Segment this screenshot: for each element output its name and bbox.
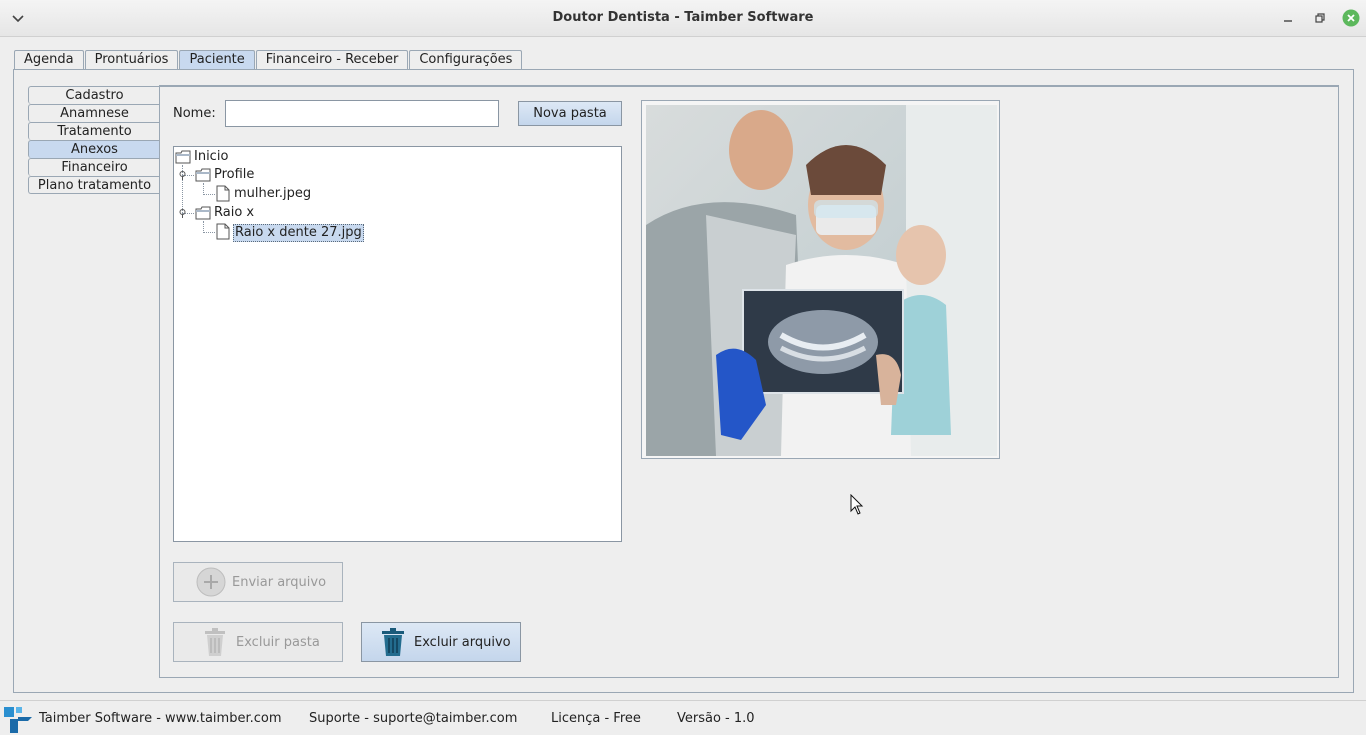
expand-handle-icon[interactable] <box>178 209 187 218</box>
side-tab-anamnese[interactable]: Anamnese <box>28 104 160 122</box>
trash-icon <box>205 628 225 656</box>
add-circle-icon <box>196 567 226 597</box>
side-tab-tratamento[interactable]: Tratamento <box>28 122 160 140</box>
main-tabs: Agenda Prontuários Paciente Financeiro -… <box>14 50 523 70</box>
tree-connector <box>203 232 215 233</box>
status-license: Licença - Free <box>551 711 641 726</box>
tab-paciente[interactable]: Paciente <box>179 50 255 70</box>
tree-node-file-mulher[interactable]: mulher.jpeg <box>215 185 415 203</box>
status-version: Versão - 1.0 <box>677 711 755 726</box>
title-bar: Doutor Dentista - Taimber Software <box>0 0 1366 37</box>
folder-icon <box>195 206 211 220</box>
new-folder-button[interactable]: Nova pasta <box>518 101 622 126</box>
side-tab-plano-tratamento[interactable]: Plano tratamento <box>28 176 160 194</box>
status-support: Suporte - suporte@taimber.com <box>309 711 518 726</box>
patient-side-tabs: Cadastro Anamnese Tratamento Anexos Fina… <box>28 86 160 194</box>
tree-node-folder-profile[interactable]: Profile <box>194 166 394 184</box>
delete-folder-button[interactable]: Excluir pasta <box>173 622 343 662</box>
tree-node-file-raio-x-dente[interactable]: Raio x dente 27.jpg <box>215 223 415 242</box>
tab-financeiro-receber[interactable]: Financeiro - Receber <box>255 50 409 70</box>
delete-file-label: Excluir arquivo <box>414 634 511 650</box>
taimber-logo-icon <box>4 707 32 733</box>
delete-file-button[interactable]: Excluir arquivo <box>361 622 521 662</box>
file-icon <box>216 185 230 202</box>
tree-node-label: mulher.jpeg <box>234 186 312 201</box>
status-company: Taimber Software - www.taimber.com <box>39 711 282 726</box>
mouse-cursor-icon <box>850 494 864 515</box>
close-icon[interactable] <box>1342 9 1360 27</box>
side-tab-anexos[interactable]: Anexos <box>28 140 160 158</box>
folder-icon <box>195 168 211 182</box>
tree-node-label: Inicio <box>194 149 229 164</box>
restore-icon[interactable] <box>1311 9 1329 27</box>
tree-node-label-selected: Raio x dente 27.jpg <box>233 224 364 242</box>
file-icon <box>216 223 230 240</box>
image-preview <box>641 100 1000 459</box>
tab-agenda[interactable]: Agenda <box>14 50 84 70</box>
tree-node-label: Raio x <box>214 205 255 220</box>
name-label: Nome: <box>173 106 216 121</box>
folder-icon <box>175 150 191 164</box>
side-tab-cadastro[interactable]: Cadastro <box>28 86 160 104</box>
tree-node-root[interactable]: Inicio <box>174 148 374 166</box>
status-bar: Taimber Software - www.taimber.com Supor… <box>0 700 1366 735</box>
xray-photo-image <box>646 105 997 456</box>
name-input[interactable] <box>225 100 499 127</box>
minimize-icon[interactable] <box>1279 9 1297 27</box>
send-file-label: Enviar arquivo <box>232 574 327 590</box>
side-tab-financeiro[interactable]: Financeiro <box>28 158 160 176</box>
send-file-button[interactable]: Enviar arquivo <box>173 562 343 602</box>
delete-folder-label: Excluir pasta <box>236 634 320 650</box>
tree-connector <box>203 194 215 195</box>
trash-icon <box>382 628 404 656</box>
tab-prontuarios[interactable]: Prontuários <box>84 50 179 70</box>
expand-handle-icon[interactable] <box>178 171 187 180</box>
attachments-tree[interactable]: Inicio Profile mulher.jpeg Raio x Raio x… <box>173 146 622 542</box>
tab-configuracoes[interactable]: Configurações <box>409 50 523 70</box>
window-title: Doutor Dentista - Taimber Software <box>552 10 814 25</box>
tree-node-folder-raio-x[interactable]: Raio x <box>194 204 394 222</box>
tree-node-label: Profile <box>214 167 255 182</box>
